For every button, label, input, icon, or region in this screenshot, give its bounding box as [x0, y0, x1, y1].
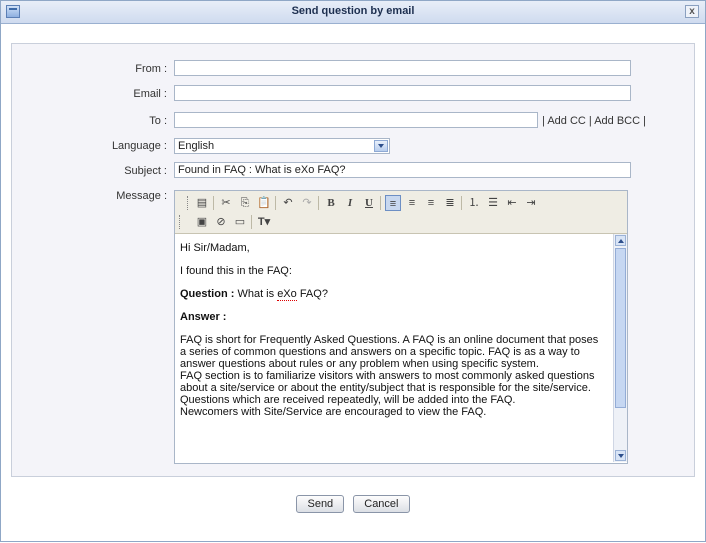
source-icon[interactable]: ▤: [194, 195, 210, 211]
from-input[interactable]: [174, 60, 631, 76]
underline-icon[interactable]: U: [361, 195, 377, 211]
toolbar-separator: [213, 196, 214, 210]
align-left-icon[interactable]: ≡: [385, 195, 401, 211]
question-tail: FAQ?: [296, 288, 328, 300]
answer-line: Questions which are received repeatedly,…: [180, 394, 516, 406]
message-label: Message :: [116, 190, 167, 202]
link-icon[interactable]: ⊘: [213, 214, 229, 230]
question-line: Question : What is eXo FAQ?: [180, 288, 608, 301]
answer-label: Answer :: [180, 311, 608, 323]
copy-icon[interactable]: ⎘: [237, 195, 253, 211]
to-input[interactable]: [174, 112, 538, 128]
add-recipient-links: | Add CC | Add BCC |: [542, 115, 646, 127]
cut-icon[interactable]: ✂: [218, 195, 234, 211]
scroll-thumb[interactable]: [615, 248, 626, 408]
message-editor[interactable]: ▤ ✂ ⎘ 📋 ↶ ↷ B I U ≡ ≡ ≡ ≣ ⒈ ☰ ⇤ ⇥ ▣ ⊘ ▭ …: [174, 190, 628, 464]
language-select[interactable]: English: [174, 138, 390, 154]
toolbar-grip[interactable]: [187, 196, 191, 210]
answer-line: about a site/service or about the entity…: [180, 382, 591, 394]
action-bar: Send Cancel: [1, 495, 705, 513]
answer-line: FAQ section is to familiarize visitors w…: [180, 370, 595, 382]
text-color-icon[interactable]: T▾: [256, 214, 272, 230]
close-button[interactable]: x: [685, 5, 699, 18]
redo-icon[interactable]: ↷: [299, 195, 315, 211]
toolbar-separator: [318, 196, 319, 210]
answer-line: FAQ is short for Frequently Asked Questi…: [180, 334, 599, 346]
bullet-list-icon[interactable]: ☰: [485, 195, 501, 211]
message-body[interactable]: Hi Sir/Madam, I found this in the FAQ: Q…: [175, 234, 613, 462]
undo-icon[interactable]: ↶: [280, 195, 296, 211]
justify-icon[interactable]: ≣: [442, 195, 458, 211]
question-text: What is: [237, 288, 278, 300]
language-value: English: [178, 140, 215, 152]
send-question-dialog: Send question by email x From : Email : …: [0, 0, 706, 542]
email-label: Email :: [133, 88, 167, 100]
email-input[interactable]: [174, 85, 631, 101]
intro-text: I found this in the FAQ:: [180, 265, 292, 277]
send-button[interactable]: Send: [296, 495, 345, 513]
table-icon[interactable]: ▭: [232, 214, 248, 230]
separator: |: [542, 115, 545, 127]
brand-name: eXo: [277, 288, 297, 301]
language-label: Language :: [111, 140, 167, 152]
subject-label: Subject :: [124, 165, 167, 177]
dialog-title: Send question by email: [291, 5, 415, 17]
answer-text: FAQ is short for Frequently Asked Questi…: [180, 334, 608, 418]
answer-line: Newcomers with Site/Service are encourag…: [180, 406, 487, 418]
toolbar-separator: [461, 196, 462, 210]
to-label: To :: [149, 115, 167, 127]
greeting-text: Hi Sir/Madam,: [180, 242, 250, 254]
align-center-icon[interactable]: ≡: [404, 195, 420, 211]
cancel-button[interactable]: Cancel: [353, 495, 410, 513]
separator: |: [588, 115, 592, 127]
outdent-icon[interactable]: ⇤: [504, 195, 520, 211]
question-label: Question :: [180, 288, 235, 300]
form-panel: From : Email : To : | Add CC | Add BCC |…: [11, 43, 695, 477]
bold-icon[interactable]: B: [323, 195, 339, 211]
paste-icon[interactable]: 📋: [256, 195, 272, 211]
numbered-list-icon[interactable]: ⒈: [466, 195, 482, 211]
subject-input[interactable]: Found in FAQ : What is eXo FAQ?: [174, 162, 631, 178]
image-icon[interactable]: ▣: [194, 214, 210, 230]
from-label: From :: [135, 63, 167, 75]
editor-scrollbar[interactable]: [613, 234, 627, 462]
answer-label-text: Answer :: [180, 311, 227, 323]
scroll-up-icon[interactable]: [615, 235, 626, 246]
scroll-down-icon[interactable]: [615, 450, 626, 461]
toolbar-separator: [251, 215, 252, 229]
toolbar-separator: [380, 196, 381, 210]
answer-line: answer questions about rules or any prob…: [180, 358, 539, 370]
indent-icon[interactable]: ⇥: [523, 195, 539, 211]
toolbar-separator: [275, 196, 276, 210]
chevron-down-icon[interactable]: [374, 140, 388, 152]
add-bcc-link[interactable]: Add BCC: [594, 115, 640, 127]
italic-icon[interactable]: I: [342, 195, 358, 211]
answer-line: a series of common questions and answers…: [180, 346, 580, 358]
toolbar-grip[interactable]: [179, 215, 183, 229]
title-bar[interactable]: Send question by email x: [1, 1, 705, 24]
align-right-icon[interactable]: ≡: [423, 195, 439, 211]
editor-toolbar: ▤ ✂ ⎘ 📋 ↶ ↷ B I U ≡ ≡ ≡ ≣ ⒈ ☰ ⇤ ⇥ ▣ ⊘ ▭ …: [175, 191, 627, 234]
add-cc-link[interactable]: Add CC: [547, 115, 586, 127]
separator: |: [643, 115, 646, 127]
